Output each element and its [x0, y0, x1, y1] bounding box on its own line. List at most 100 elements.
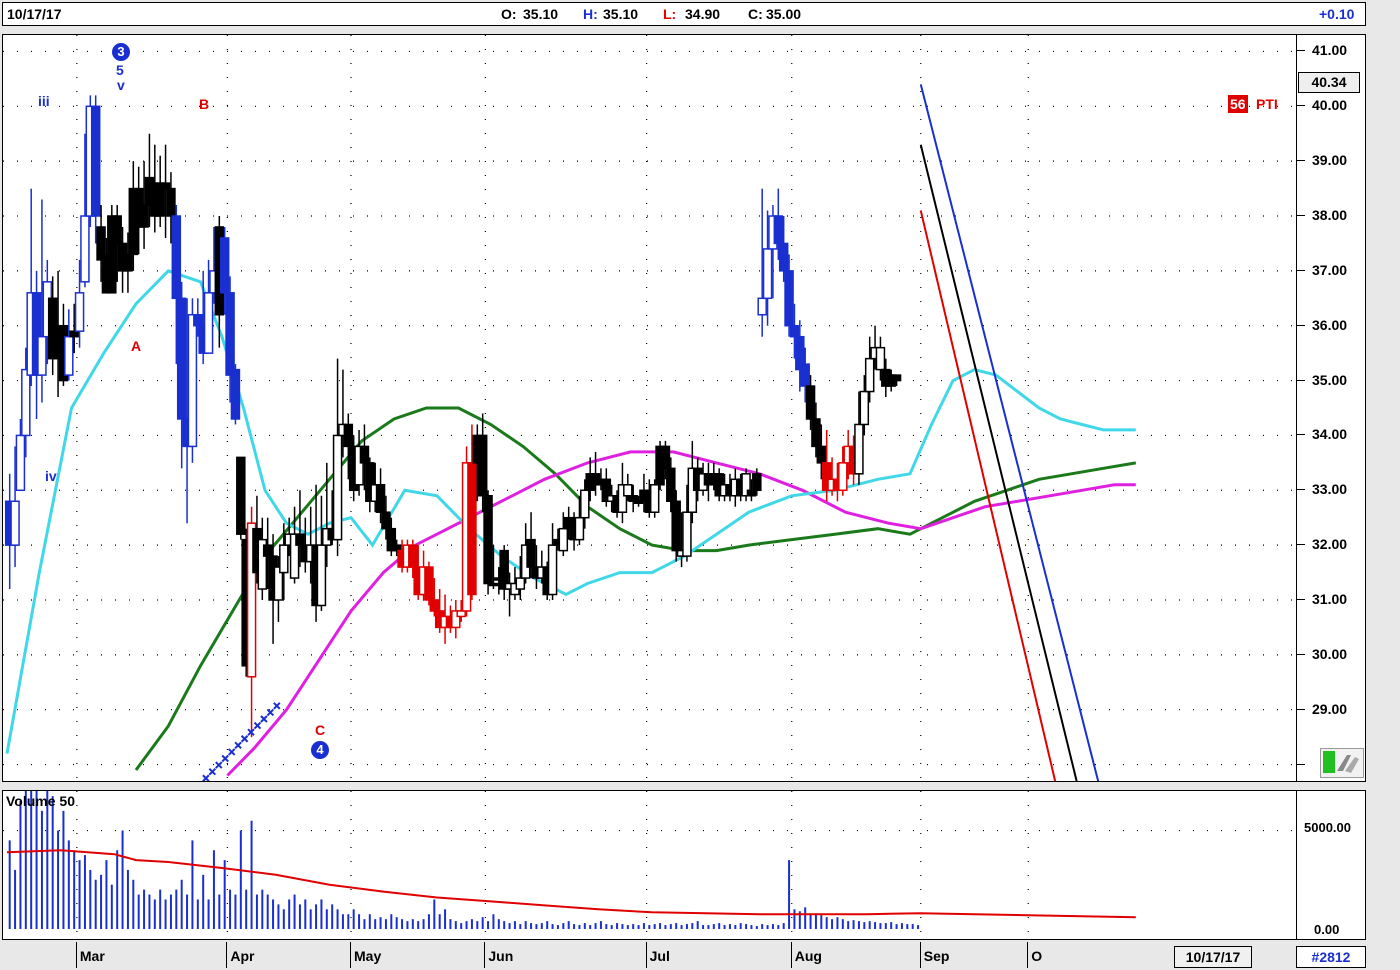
price-tick: 36.00 — [1312, 316, 1348, 333]
candle-body — [230, 368, 241, 420]
candle-body — [778, 242, 789, 272]
zoom-tool-icon[interactable] — [1320, 748, 1364, 778]
candle-body — [757, 297, 767, 316]
trendline-red — [919, 210, 1057, 781]
candle-body — [166, 187, 176, 217]
price-tick: 39.00 — [1312, 152, 1348, 169]
candle-body — [660, 445, 671, 470]
price-tick-mark — [1297, 708, 1305, 710]
candle — [236, 456, 246, 540]
month-label: May — [354, 948, 382, 964]
high-label: H: — [583, 6, 598, 22]
candle-body — [483, 495, 493, 585]
candle-body — [649, 484, 660, 513]
price-tick: 34.00 — [1312, 426, 1348, 443]
wave-label-C: C — [315, 722, 326, 738]
volume-chart-canvas[interactable] — [3, 791, 1297, 939]
candle — [483, 490, 493, 595]
candle-body — [456, 610, 466, 618]
candle — [316, 495, 327, 611]
stop-marker — [266, 708, 275, 717]
wave-label-A: A — [131, 338, 142, 354]
open-value: 35.10 — [523, 6, 559, 22]
candle-body — [219, 237, 230, 294]
low-value: 34.90 — [685, 6, 721, 22]
month-tick — [226, 942, 228, 968]
wave-label-v: v — [117, 77, 125, 93]
candle-body — [80, 215, 90, 283]
candle-body — [123, 253, 133, 272]
candle — [451, 599, 461, 639]
symbol-code-box[interactable]: #2812 — [1296, 946, 1366, 968]
candle-body — [236, 456, 246, 535]
price-tick: 38.00 — [1312, 207, 1348, 223]
wave-circle-4: 4 — [311, 741, 329, 759]
candle — [499, 545, 509, 600]
candle-body — [21, 368, 31, 437]
price-panel[interactable] — [2, 34, 1298, 782]
price-chart-canvas[interactable] — [3, 35, 1297, 781]
candle-body — [203, 292, 214, 354]
candle-body — [762, 248, 773, 300]
wave-label-iii: iii — [38, 93, 50, 109]
change-value: +0.10 — [1319, 6, 1355, 22]
candle-body — [193, 314, 203, 327]
candle-body — [112, 215, 122, 245]
candle-body — [838, 462, 848, 492]
stop-marker-trail — [202, 702, 281, 781]
candle-body — [381, 511, 391, 530]
volume-axis — [1296, 790, 1366, 940]
candle-body — [262, 544, 273, 557]
wave-label-B: B — [199, 96, 210, 112]
volume-tick-5000: 5000.00 — [1304, 820, 1351, 835]
price-tick-mark — [1297, 269, 1305, 271]
candle-body — [488, 582, 499, 587]
candle-body — [580, 489, 590, 519]
stop-marker — [215, 761, 223, 769]
candle — [155, 155, 165, 227]
price-tick: 31.00 — [1312, 590, 1348, 607]
candle-body — [69, 330, 79, 338]
candle-body — [295, 533, 305, 546]
price-tick: 33.00 — [1312, 481, 1348, 498]
candle — [424, 561, 434, 606]
month-label: Mar — [79, 948, 105, 964]
candle-body — [90, 105, 101, 217]
candle-body — [666, 467, 676, 502]
price-tick-mark — [1297, 324, 1305, 326]
month-tick — [645, 942, 647, 968]
candle — [332, 358, 343, 557]
candle-body — [332, 434, 343, 541]
price-axis — [1296, 34, 1366, 782]
candle-body — [160, 182, 171, 190]
stop-marker — [240, 735, 249, 743]
candle — [230, 364, 241, 425]
ohlc-header-bar: 10/17/17 O: 35.10 H: 35.10 L: 34.90 C: 3… — [2, 2, 1366, 26]
candle-body — [316, 544, 327, 607]
pti-value-badge: 56 — [1228, 95, 1248, 113]
candle-body — [10, 500, 20, 546]
price-tick-mark — [1297, 434, 1305, 436]
candle-body — [429, 599, 440, 612]
candle-body — [789, 324, 800, 338]
candle-body — [467, 462, 477, 596]
volume-panel[interactable] — [2, 790, 1298, 940]
stop-marker — [221, 754, 229, 763]
price-tick-mark — [1297, 598, 1305, 600]
price-tick: 35.00 — [1312, 371, 1348, 388]
month-tick — [1027, 942, 1029, 968]
stop-marker — [260, 715, 268, 723]
month-label: Jun — [488, 948, 514, 964]
month-label: Sep — [923, 948, 950, 964]
stop-marker — [202, 774, 210, 781]
candle-body — [784, 270, 794, 327]
pti-label: PTI — [1256, 96, 1278, 112]
stop-marker — [234, 741, 242, 750]
candle-body — [891, 374, 902, 382]
candle-body — [628, 495, 638, 503]
candle-body — [515, 577, 526, 590]
moving-average-green — [134, 406, 1137, 771]
price-tick-mark — [1297, 50, 1305, 52]
stop-marker — [253, 721, 262, 730]
month-label: Aug — [794, 948, 822, 964]
